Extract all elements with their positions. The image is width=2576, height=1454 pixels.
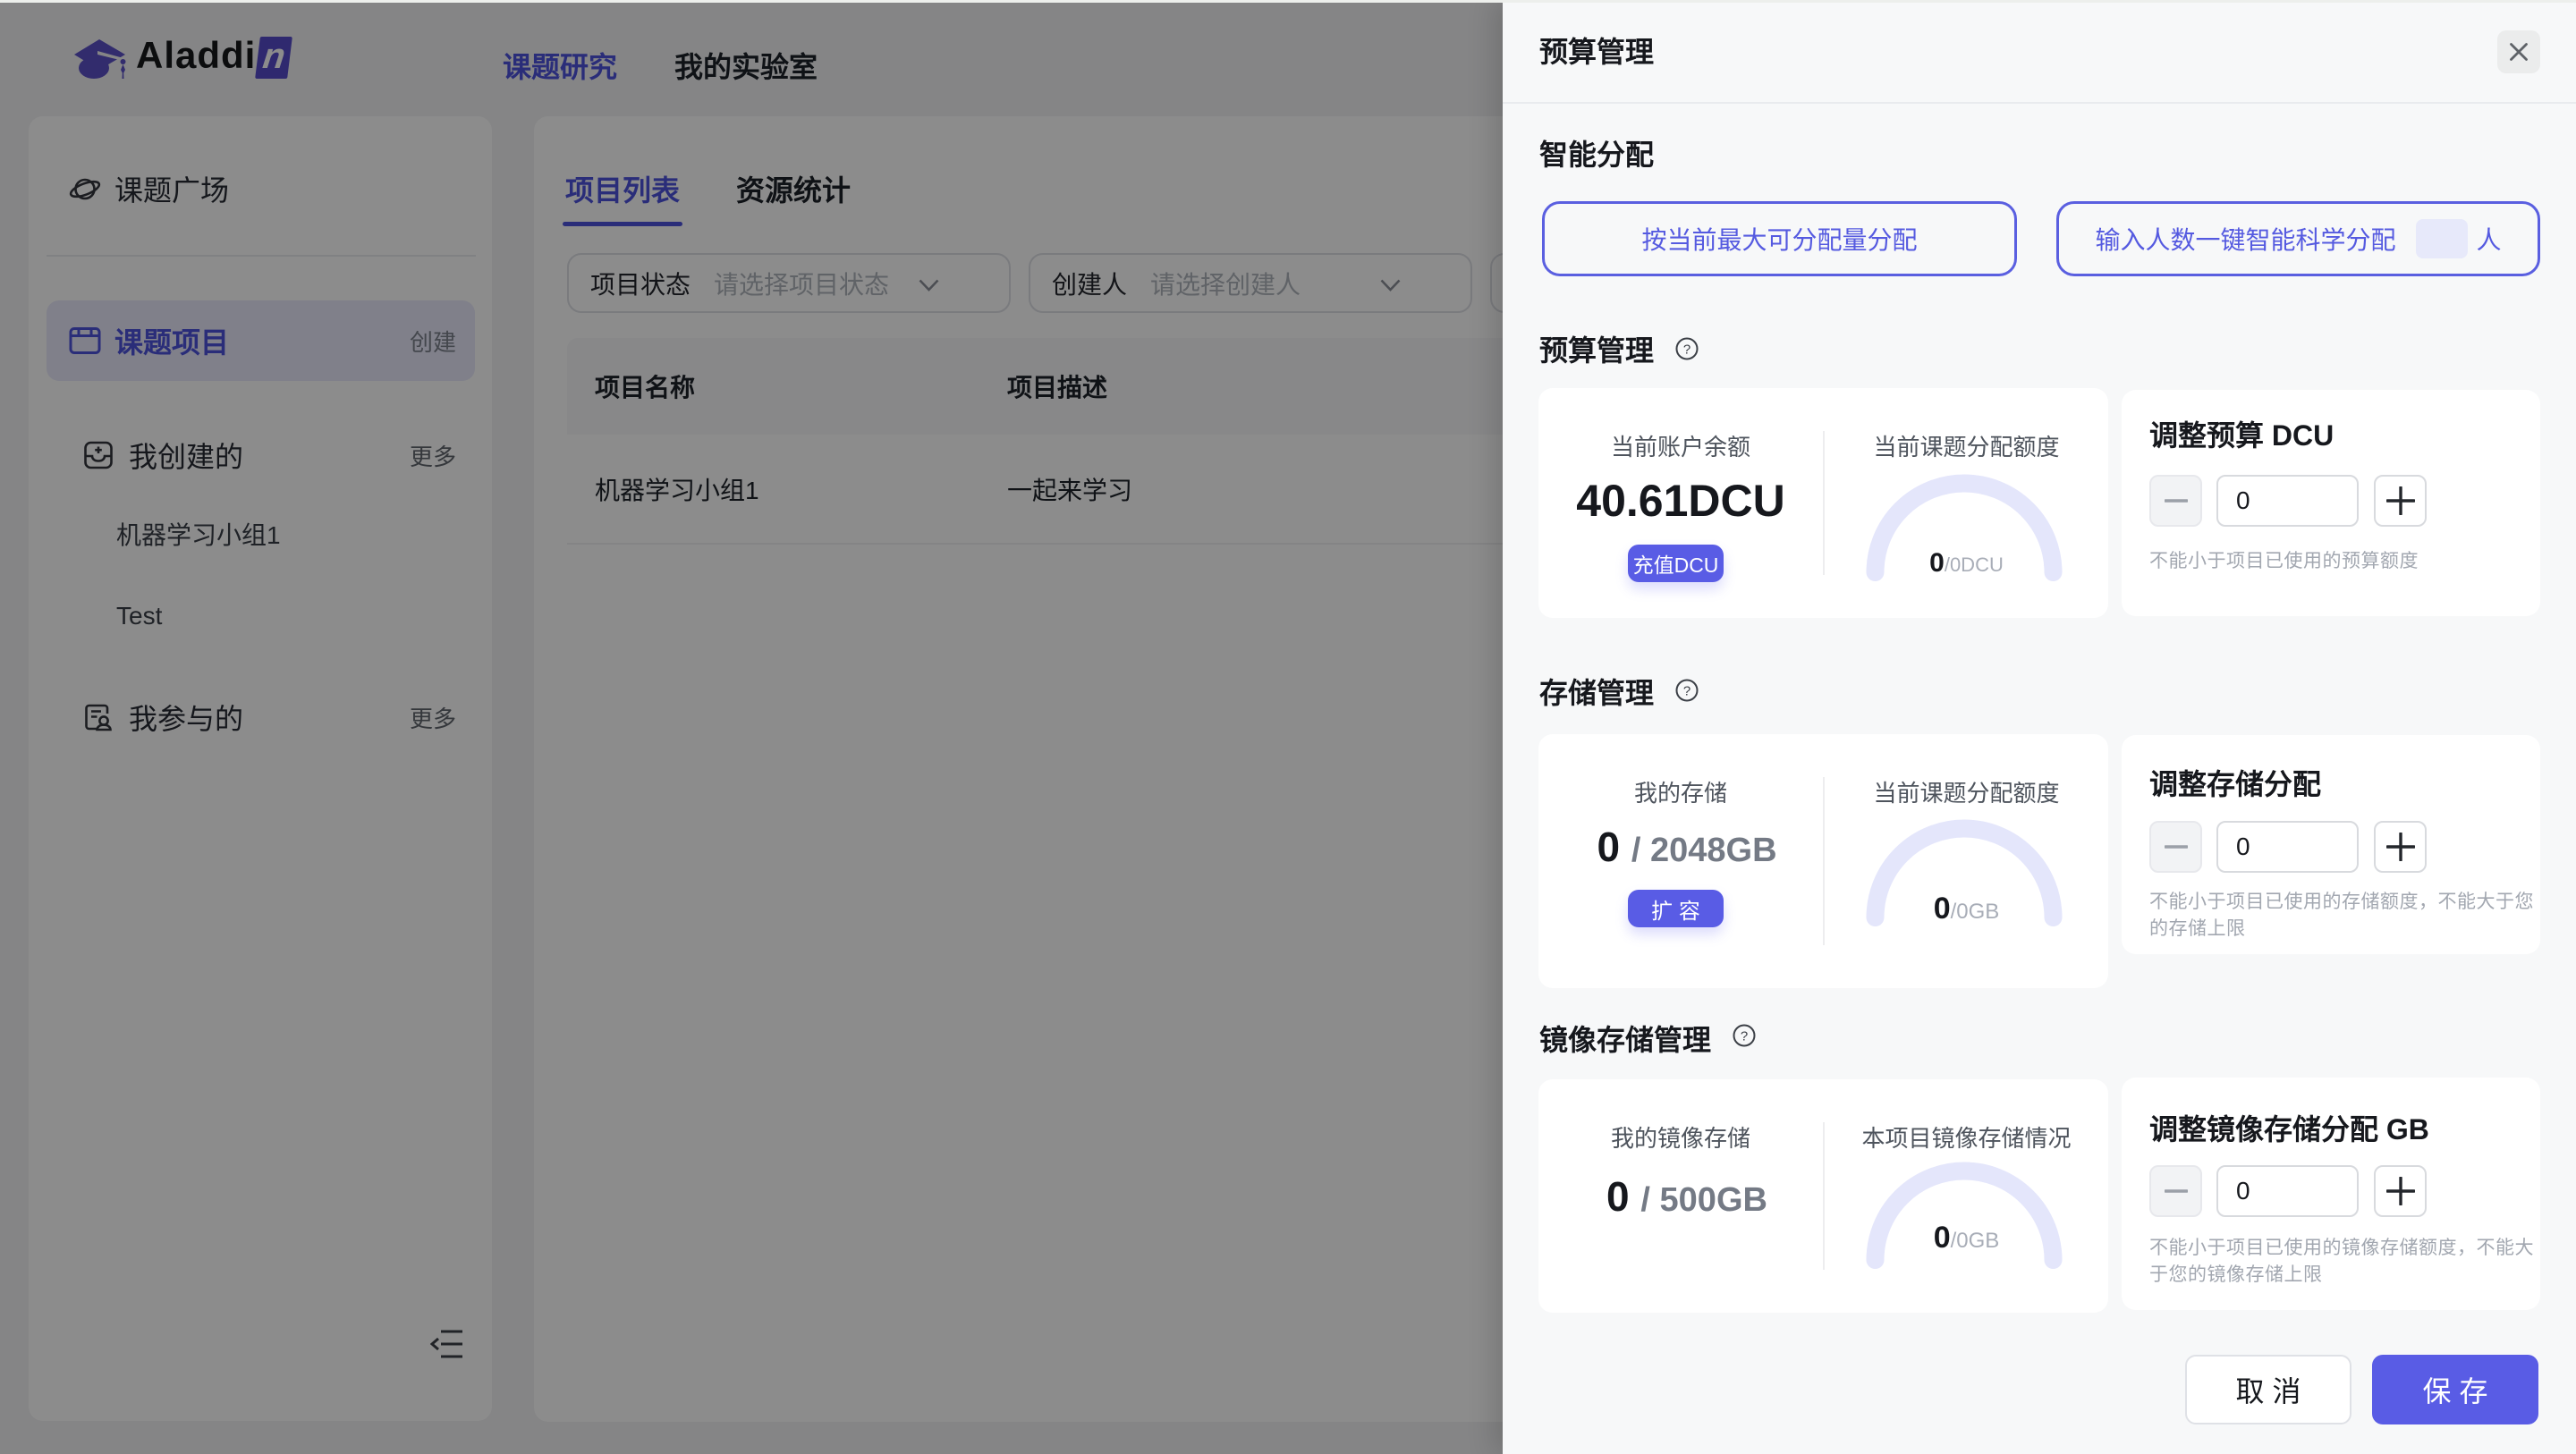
svg-text:?: ? — [1741, 1029, 1748, 1044]
svg-text:?: ? — [1683, 684, 1690, 699]
svg-text:?: ? — [1683, 342, 1690, 358]
